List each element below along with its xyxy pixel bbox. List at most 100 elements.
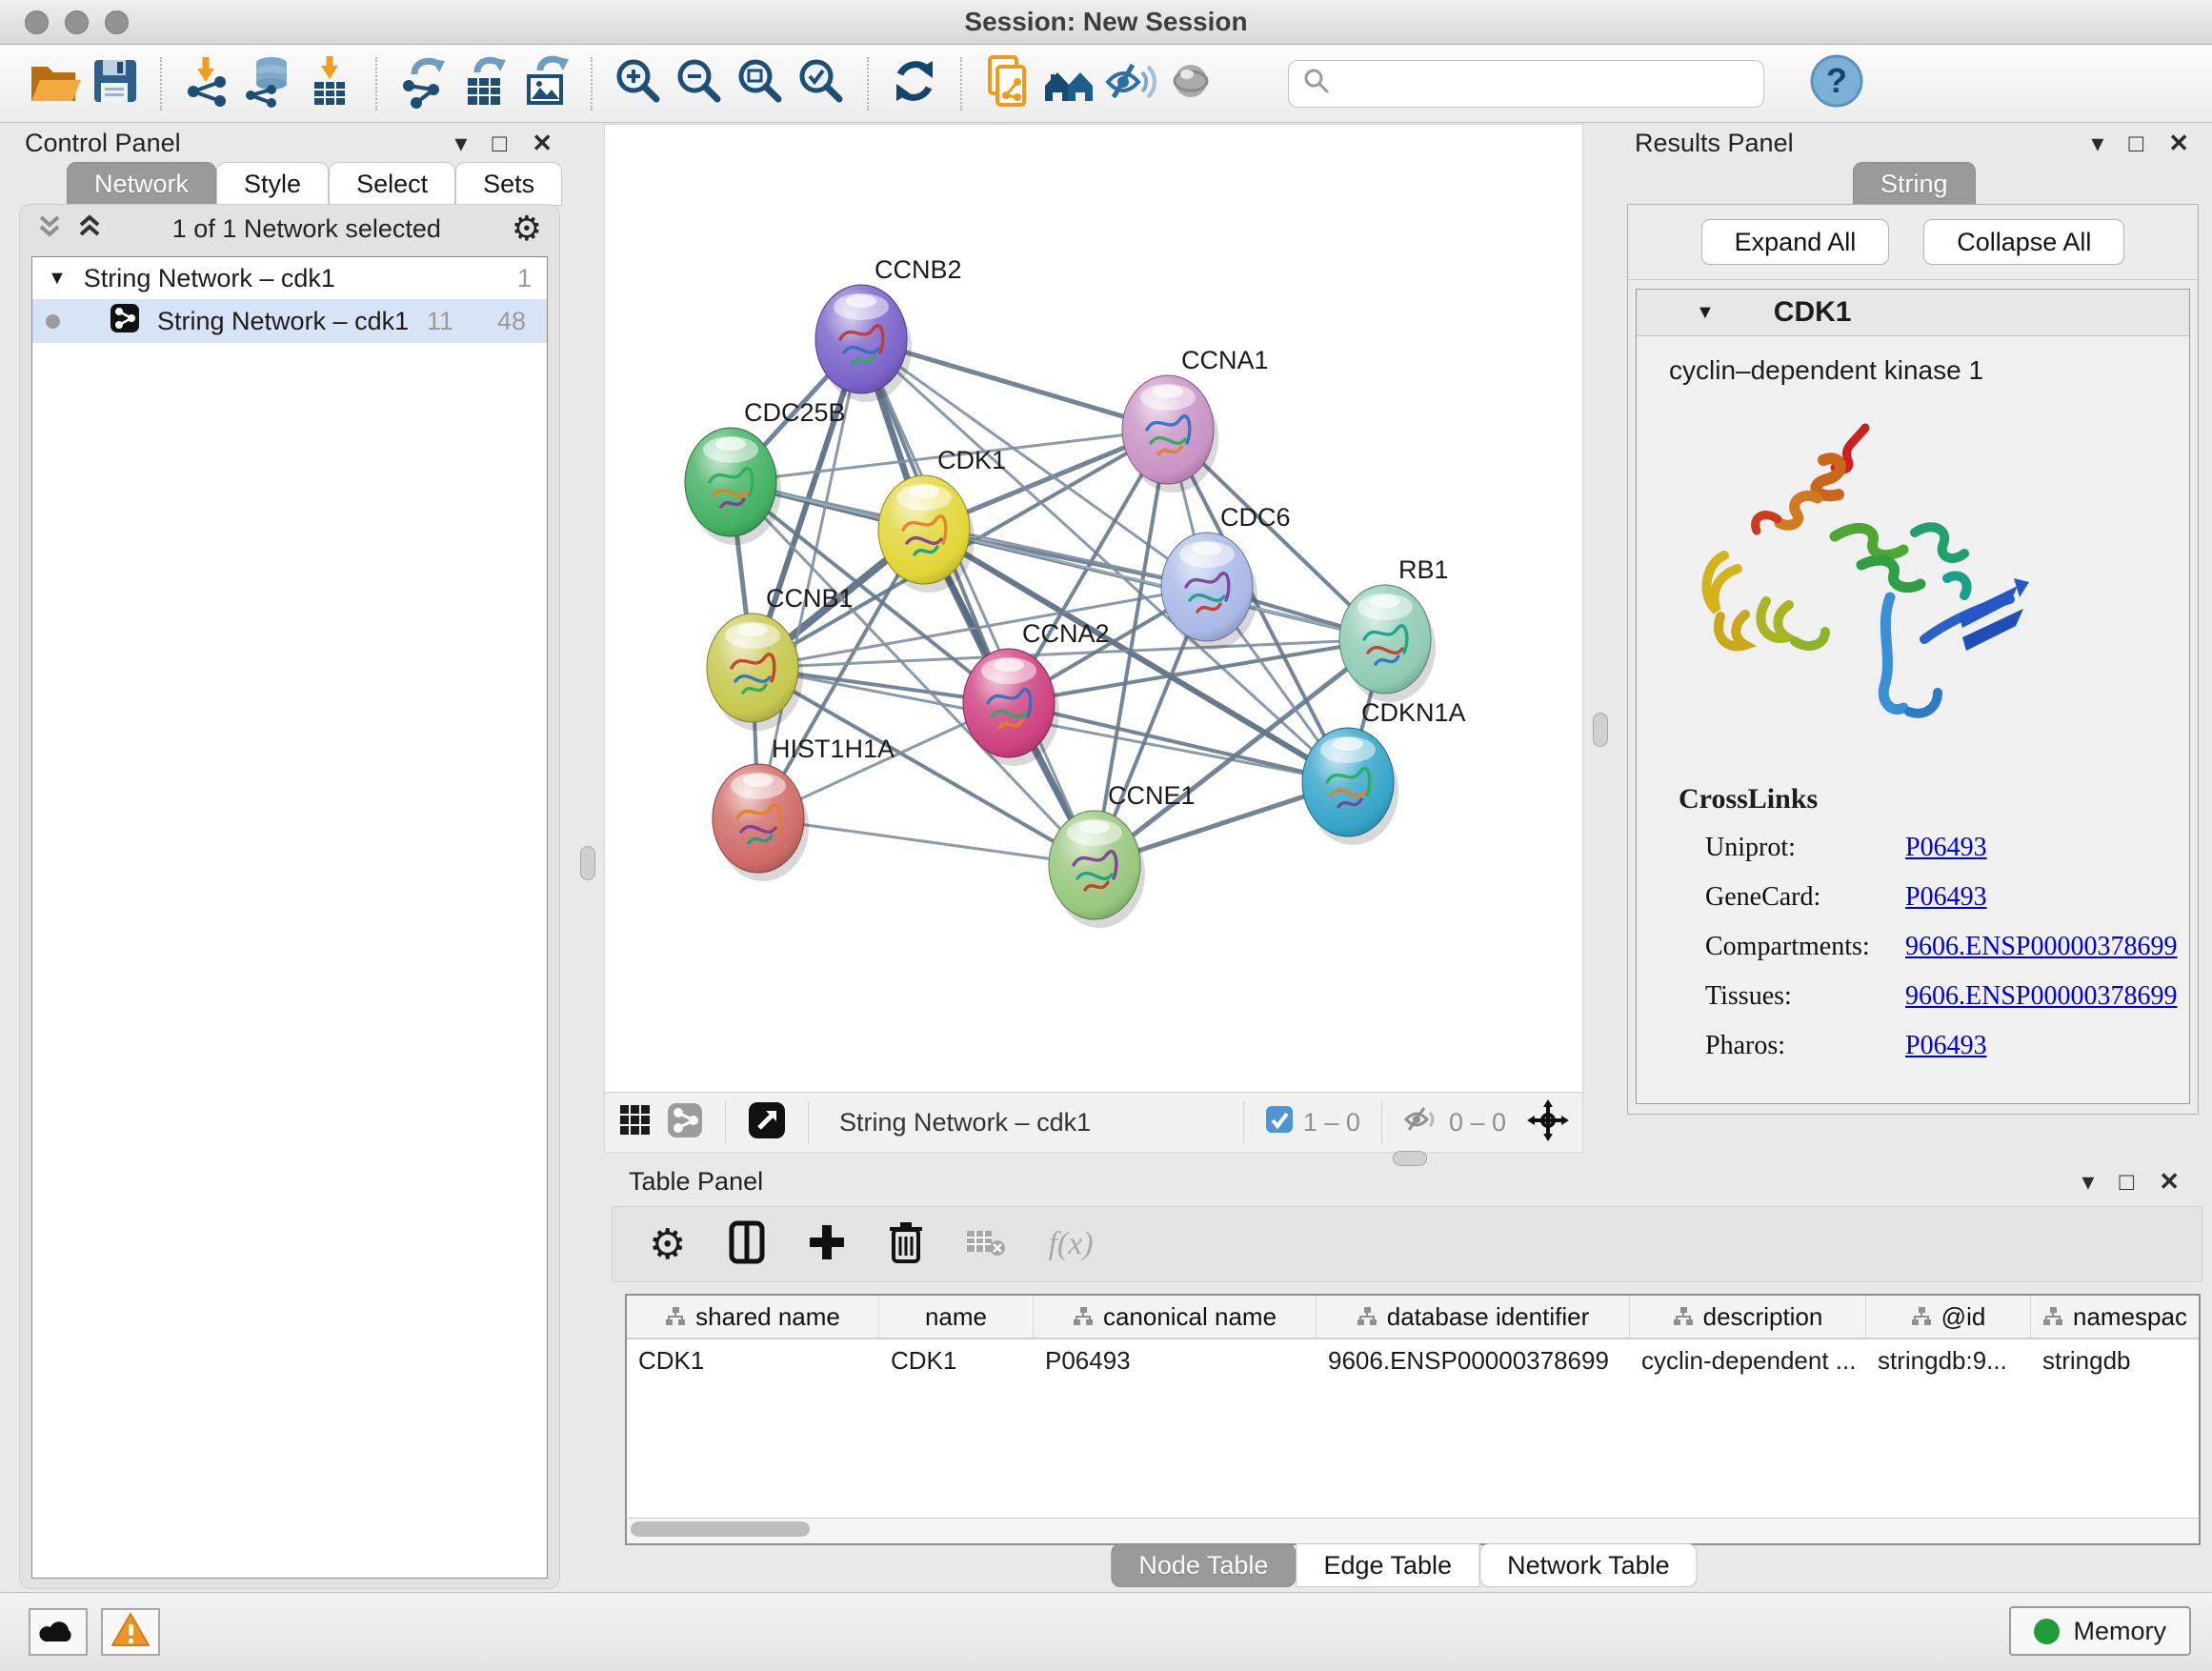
close-window-button[interactable] — [25, 10, 49, 34]
create-column-plus-icon[interactable] — [808, 1223, 846, 1266]
import-network-button[interactable] — [177, 52, 238, 115]
zoom-selected-button[interactable] — [791, 52, 852, 115]
network-node-CCNB2[interactable]: CCNB2 — [815, 255, 962, 402]
panel-close-icon[interactable]: ✕ — [532, 129, 553, 158]
protein-card-header[interactable]: ▼ CDK1 — [1637, 290, 2189, 336]
refresh-icon — [887, 53, 942, 113]
crosslink-label: Uniprot: — [1705, 833, 1905, 863]
help-button[interactable]: ? — [1806, 52, 1867, 115]
card-collapse-arrow-icon[interactable]: ▼ — [1696, 302, 1715, 324]
expand-all-icon[interactable] — [77, 211, 102, 247]
crosslink-tissues-link[interactable]: 9606.ENSP00000378699 — [1905, 981, 2177, 1012]
toolbar-separator — [808, 1101, 809, 1143]
panel-float-icon[interactable]: ▾ — [2091, 129, 2103, 158]
network-collection-row[interactable]: ▼ String Network – cdk1 1 — [32, 257, 547, 299]
tab-network-table[interactable]: Network Table — [1479, 1543, 1698, 1587]
zoom-in-button[interactable] — [608, 52, 669, 115]
network-options-gear-icon[interactable]: ⚙ — [512, 209, 542, 249]
import-database-button[interactable] — [238, 52, 299, 115]
string-documents-button[interactable] — [977, 52, 1038, 115]
export-image-button[interactable] — [514, 52, 575, 115]
collapse-all-button[interactable]: Collapse All — [1923, 219, 2124, 265]
table-row[interactable]: CDK1 CDK1 P06493 9606.ENSP00000378699 cy… — [627, 1339, 2199, 1381]
zoom-fit-button[interactable] — [730, 52, 791, 115]
crosslink-pharos-link[interactable]: P06493 — [1905, 1031, 1987, 1061]
network-node-CDK1[interactable]: CDK1 — [878, 446, 1006, 593]
export-table-button[interactable] — [453, 52, 514, 115]
memory-button[interactable]: Memory — [2009, 1606, 2191, 1656]
export-network-button[interactable] — [392, 52, 453, 115]
crosslink-label: Pharos: — [1705, 1031, 1905, 1061]
cloud-button[interactable] — [29, 1608, 88, 1656]
scrollbar-thumb[interactable] — [631, 1521, 810, 1537]
panel-close-icon[interactable]: ✕ — [2159, 1167, 2180, 1197]
import-table-button[interactable] — [299, 52, 360, 115]
collection-expand-arrow-icon[interactable]: ▼ — [48, 268, 67, 290]
network-edge-CCNA2-CDKN1A[interactable] — [1009, 703, 1348, 782]
network-node-HIST1H1A[interactable]: HIST1H1A — [713, 735, 895, 881]
tab-string[interactable]: String — [1853, 162, 1976, 206]
network-share-icon[interactable] — [666, 1101, 704, 1144]
crosslink-uniprot-link[interactable]: P06493 — [1905, 833, 1987, 863]
crosslink-label: GeneCard: — [1705, 882, 1905, 913]
warning-button[interactable] — [101, 1608, 160, 1656]
panel-float-icon[interactable]: ▾ — [454, 129, 467, 158]
zoom-window-button[interactable] — [105, 10, 129, 34]
network-edge-CCNB2-CCNE1[interactable] — [861, 339, 1095, 865]
column-header-description[interactable]: description — [1630, 1296, 1866, 1338]
column-header-canonical-name[interactable]: canonical name — [1034, 1296, 1317, 1338]
tab-node-table[interactable]: Node Table — [1111, 1543, 1296, 1587]
column-header-id[interactable]: @id — [1866, 1296, 2031, 1338]
hidden-eye-slash-icon[interactable] — [1403, 1105, 1439, 1140]
string-home-button[interactable] — [1038, 52, 1099, 115]
network-node-CDKN1A[interactable]: CDKN1A — [1302, 698, 1466, 845]
refresh-view-button[interactable] — [884, 52, 945, 115]
left-splitter-handle[interactable] — [580, 846, 595, 880]
right-splitter-handle[interactable] — [1593, 713, 1608, 747]
fit-content-crosshair-icon[interactable] — [1527, 1099, 1569, 1146]
panel-close-icon[interactable]: ✕ — [2168, 129, 2189, 158]
minimize-window-button[interactable] — [65, 10, 89, 34]
table-horizontal-scrollbar[interactable] — [625, 1519, 2201, 1545]
tab-edge-table[interactable]: Edge Table — [1296, 1543, 1479, 1587]
panel-maximize-icon[interactable]: □ — [2128, 129, 2143, 158]
network-row-selected[interactable]: String Network – cdk1 11 48 — [32, 299, 547, 343]
panel-maximize-icon[interactable]: □ — [492, 129, 507, 158]
search-field[interactable] — [1288, 60, 1764, 108]
panel-maximize-icon[interactable]: □ — [2119, 1167, 2134, 1197]
hide-glass-button[interactable] — [1099, 52, 1160, 115]
network-node-CCNB1[interactable]: CCNB1 — [707, 584, 854, 731]
network-node-CCNE1[interactable]: CCNE1 — [1049, 781, 1196, 928]
selected-checkbox-icon[interactable] — [1265, 1105, 1294, 1140]
column-header-name[interactable]: name — [879, 1296, 1034, 1338]
save-session-button[interactable] — [84, 52, 145, 115]
column-header-database-identifier[interactable]: database identifier — [1317, 1296, 1630, 1338]
tab-network[interactable]: Network — [67, 162, 216, 206]
open-session-button[interactable] — [23, 52, 84, 115]
crosslink-compartments-link[interactable]: 9606.ENSP00000378699 — [1905, 932, 2177, 962]
grid-view-icon[interactable] — [618, 1103, 653, 1142]
zoom-out-button[interactable] — [669, 52, 730, 115]
search-input[interactable] — [1340, 68, 1750, 99]
tab-style[interactable]: Style — [216, 162, 329, 206]
network-node-RB1[interactable]: RB1 — [1339, 555, 1449, 702]
expand-all-button[interactable]: Expand All — [1701, 219, 1890, 265]
panel-float-icon[interactable]: ▾ — [2081, 1167, 2094, 1197]
network-canvas[interactable]: CCNB2CCNA1CDC25BCDK1CDC6RB1CCNB1CCNA2CDK… — [605, 125, 1582, 1093]
tab-select[interactable]: Select — [329, 162, 455, 206]
birds-eye-view-icon[interactable] — [747, 1100, 787, 1145]
network-node-CCNA1[interactable]: CCNA1 — [1122, 346, 1269, 493]
delete-column-trash-icon[interactable] — [888, 1220, 924, 1269]
horizontal-splitter-handle[interactable] — [1393, 1151, 1427, 1166]
show-columns-icon[interactable] — [728, 1220, 766, 1269]
table-options-gear-icon[interactable]: ⚙ — [649, 1220, 686, 1269]
crosslink-genecard-link[interactable]: P06493 — [1905, 882, 1987, 913]
tab-sets[interactable]: Sets — [455, 162, 562, 206]
houses-icon — [1041, 53, 1096, 113]
column-header-shared-name[interactable]: shared name — [627, 1296, 879, 1338]
hidden-count: 0 – 0 — [1449, 1108, 1506, 1137]
node-table[interactable]: shared name name canonical name database… — [625, 1294, 2201, 1519]
collapse-all-icon[interactable] — [37, 211, 62, 247]
show-glass-button[interactable] — [1160, 52, 1221, 115]
column-header-namespace[interactable]: namespac — [2031, 1296, 2199, 1338]
